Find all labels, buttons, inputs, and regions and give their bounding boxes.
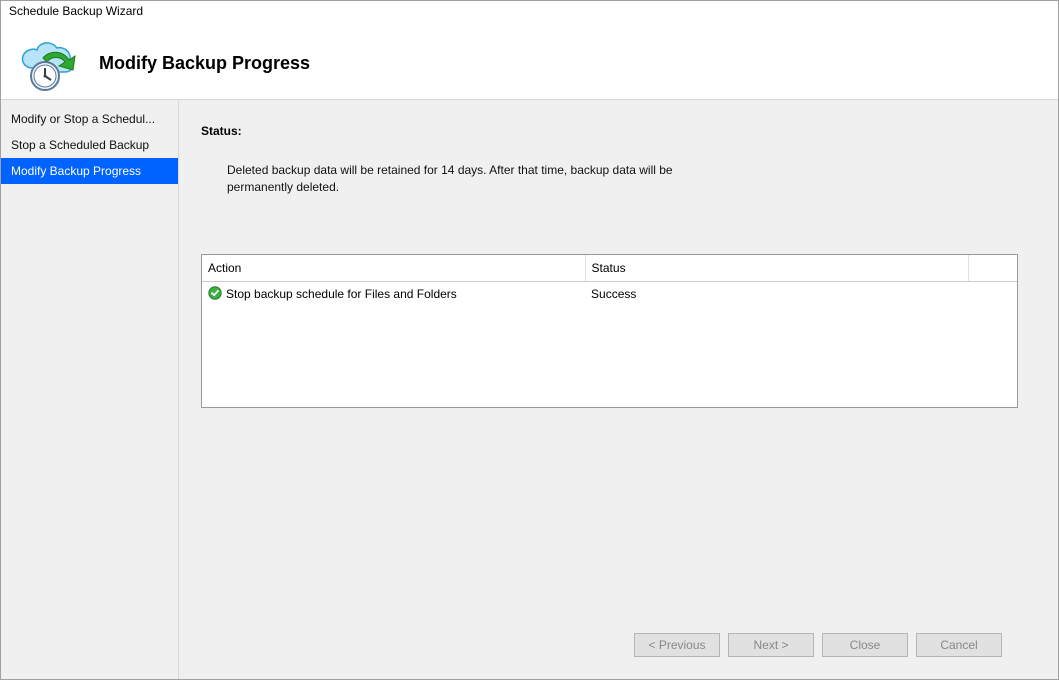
action-text: Stop backup schedule for Files and Folde… [226,287,457,301]
sidebar-item-label: Stop a Scheduled Backup [11,138,149,152]
cancel-button: Cancel [916,633,1002,657]
table-row[interactable]: Stop backup schedule for Files and Folde… [202,281,1017,307]
status-detail-text: Deleted backup data will be retained for… [227,162,697,196]
sidebar-item-label: Modify Backup Progress [11,164,141,178]
wizard-window: Schedule Backup Wizard Modify Backup Pro… [0,0,1059,680]
sidebar-item-label: Modify or Stop a Schedul... [11,112,155,126]
sidebar-item-modify-or-stop[interactable]: Modify or Stop a Schedul... [1,106,178,132]
wizard-footer: < Previous Next > Close Cancel [201,621,1018,669]
column-header-spacer [968,255,1017,282]
previous-button: < Previous [634,633,720,657]
column-header-action[interactable]: Action [202,255,585,282]
page-title: Modify Backup Progress [99,53,310,74]
next-button: Next > [728,633,814,657]
progress-table: Action Status [201,254,1018,408]
wizard-content: Status: Deleted backup data will be reta… [179,99,1058,679]
close-button[interactable]: Close [822,633,908,657]
wizard-body: Modify or Stop a Schedul... Stop a Sched… [1,99,1058,679]
success-check-icon [208,286,222,303]
table-header-row: Action Status [202,255,1017,282]
status-heading: Status: [201,124,1018,138]
wizard-steps-sidebar: Modify or Stop a Schedul... Stop a Sched… [1,99,179,679]
wizard-header: Modify Backup Progress [1,23,1058,99]
window-title: Schedule Backup Wizard [1,1,1058,23]
status-text: Success [585,281,968,307]
column-header-status[interactable]: Status [585,255,968,282]
backup-wizard-icon [15,36,79,92]
sidebar-item-stop-scheduled[interactable]: Stop a Scheduled Backup [1,132,178,158]
sidebar-item-modify-progress[interactable]: Modify Backup Progress [1,158,178,184]
